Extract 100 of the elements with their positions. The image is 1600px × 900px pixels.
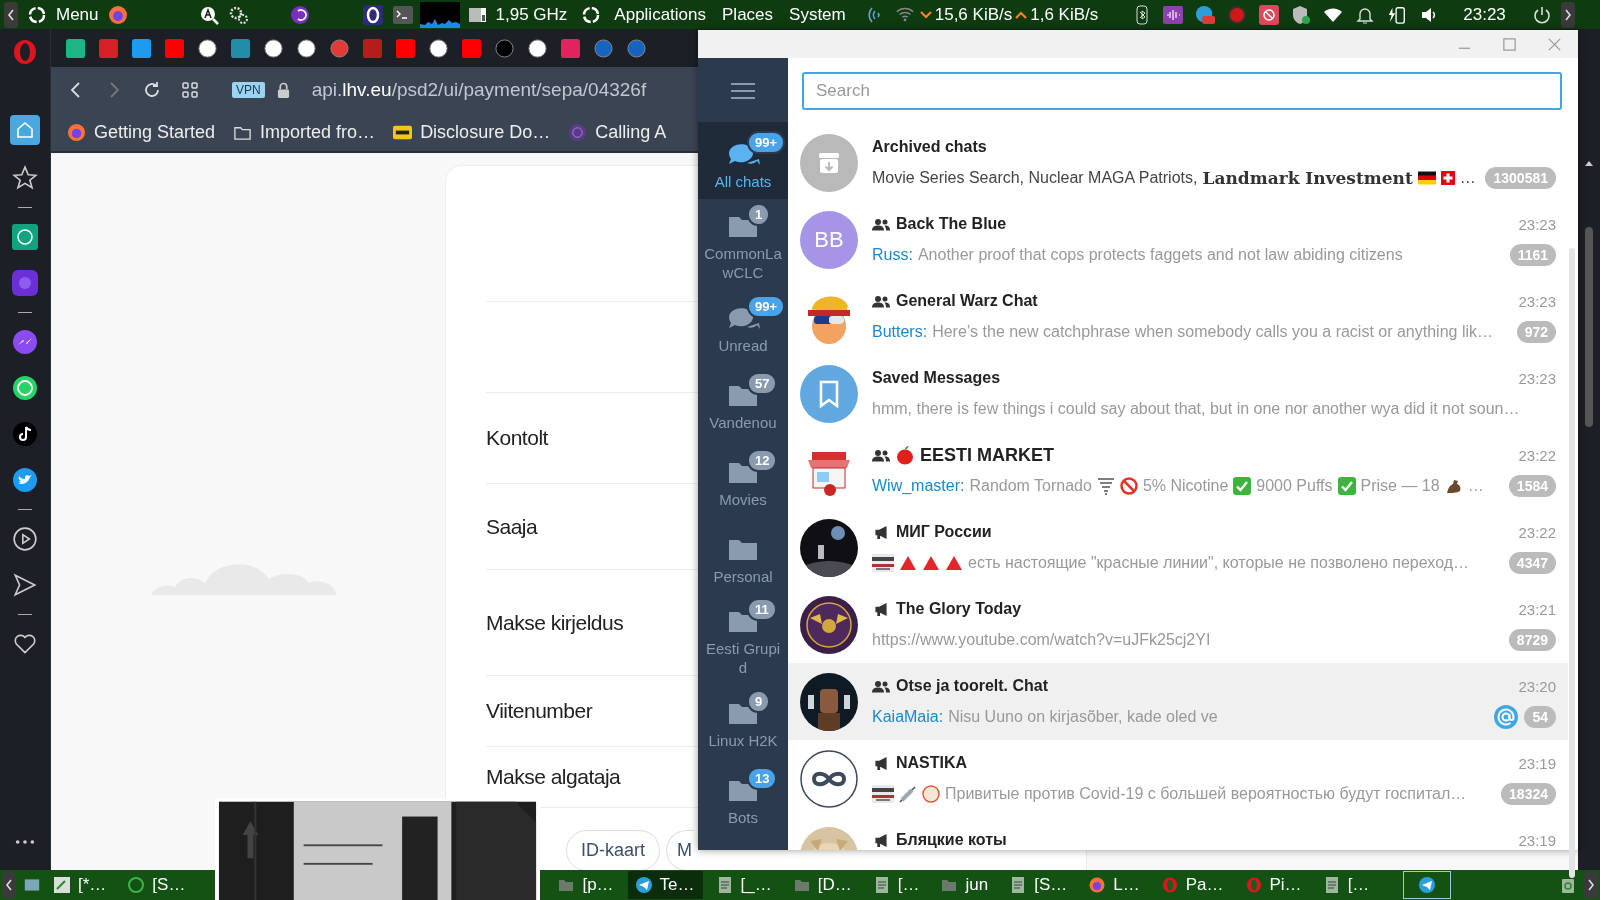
unread-count: 1300581 — [1485, 167, 1556, 189]
field-label: Viitenumber — [486, 699, 593, 723]
taskbar-button[interactable]: [D… — [785, 871, 860, 899]
taskbar-button[interactable]: [p… — [550, 871, 622, 899]
unread-count: 1161 — [1509, 244, 1556, 266]
field-label: Makse kirjeldus — [486, 610, 624, 635]
message-time: 23:21 — [1518, 600, 1556, 618]
address-field[interactable]: api.lhv.eu/psd2/ui/payment/sepa/04326f — [311, 79, 647, 101]
taskbar-button[interactable]: Pa… — [1153, 871, 1232, 899]
download-speed: 15,6 KiB/s — [934, 4, 1013, 25]
bookmark-link[interactable]: Disclosure Do… — [420, 121, 551, 143]
taskbar-button[interactable]: Te… — [627, 871, 703, 899]
unread-count: 4347 — [1508, 552, 1556, 574]
chat-name: The Glory Today — [896, 600, 1022, 618]
unread-count: 9 — [747, 689, 771, 713]
vpn-badge[interactable]: VPN — [232, 82, 265, 98]
taskbar-button[interactable]: [*… — [46, 871, 115, 899]
message-time: 23:22 — [1518, 523, 1556, 541]
sender-name: Butters: — [872, 323, 928, 341]
chat-item[interactable]: МИГ России 23:22 есть настоящие "красные линии", которые не позволено переход… 4347 — [788, 509, 1568, 586]
field-label: Saaja — [486, 514, 538, 539]
chat-item[interactable]: BB Back The Blue 23:23 Russ: Another proof that cops protects faggets and not law abiding citizens 1161 — [788, 201, 1568, 278]
bookmark-link[interactable]: Calling A — [595, 121, 667, 143]
unread-count: 1584 — [1508, 475, 1556, 497]
unread-count: 13 — [747, 766, 778, 790]
message-time: 23:20 — [1518, 677, 1556, 695]
chat-name: General Warz Chat — [896, 292, 1038, 310]
unread-count: 11 — [747, 598, 777, 621]
taskbar-button[interactable]: L… — [1081, 871, 1148, 899]
chat-item[interactable]: Saved Messages 23:23 hmm, there is few things i could say about that, but in one nor another wya did it not soun… — [788, 355, 1568, 432]
message-text: hmm, there is few things i could say about that, but in one nor another wya did it not soun… — [872, 400, 1520, 418]
menu-item[interactable]: Places — [722, 4, 774, 25]
message-text: есть настоящие "красные линии", которые не позволено переход… — [968, 554, 1469, 572]
upload-speed: 1,6 KiB/s — [1030, 4, 1099, 25]
folder-tab[interactable]: 1 CommonLawCLC — [698, 199, 788, 286]
unread-count: 18324 — [1501, 783, 1556, 805]
taskbar-button[interactable]: [_… — [708, 871, 780, 899]
message-text: https://www.youtube.com/watch?v=uJFk25cj2YI — [872, 631, 1211, 649]
folder-tab[interactable]: 13 Bots — [698, 758, 788, 835]
menu-item[interactable]: System — [789, 4, 846, 25]
menu-button[interactable]: Menu — [56, 4, 99, 25]
sender-name: Wiw_master: — [872, 477, 965, 495]
search-field[interactable]: Search — [802, 72, 1562, 110]
message-text: Another proof that cops protects faggets and not law abiding citizens — [917, 246, 1403, 264]
message-text: 5% Nicotine — [1142, 477, 1229, 495]
folder-tab[interactable]: 12 Movies — [698, 440, 788, 517]
unread-count: 54 — [1524, 706, 1556, 728]
taskbar-button[interactable]: [… — [1315, 871, 1378, 899]
unread-count: 12 — [747, 448, 778, 472]
message-text: Movie Series Search, Nuclear MAGA Patriots, — [872, 169, 1198, 187]
taskbar-button[interactable]: jun — [933, 871, 997, 899]
message-time: 23:23 — [1518, 292, 1556, 310]
auth-method-button[interactable]: M — [666, 830, 694, 870]
clock[interactable]: 23:23 — [1463, 4, 1506, 25]
folder-tab[interactable]: 11 Eesti Grupid — [698, 594, 788, 681]
bookmark-link[interactable]: Imported fro… — [260, 121, 376, 143]
chat-item[interactable]: EESTI MARKET 23:22 Wiw_master: Random Tornado 5% Nicotine 9000 Puffs Prise — 18 … 1584 — [788, 432, 1568, 509]
chat-name: Back The Blue — [896, 215, 1007, 233]
avatar: BB — [800, 210, 858, 269]
folder-tab[interactable]: Personal — [698, 517, 788, 594]
chat-item[interactable]: General Warz Chat 23:23 Butters: Here’s the new catchphrase when somebody calls you a racist or anything lik… 972 — [788, 278, 1568, 355]
chat-name: Saved Messages — [872, 369, 1001, 387]
bookmark-link[interactable]: Getting Started — [94, 121, 216, 143]
menu-item[interactable]: Applications — [614, 4, 706, 25]
chat-name: МИГ России — [896, 523, 992, 541]
taskbar-button[interactable]: [S… — [120, 871, 194, 899]
message-text: Привитые против Covid-19 с большей вероятностью будут госпитал… — [945, 785, 1467, 803]
folder-tab[interactable]: 57 Vandenou — [698, 363, 788, 440]
message-time: 23:23 — [1518, 215, 1556, 233]
cpu-frequency: 1,95 GHz — [495, 4, 568, 25]
unread-count: 972 — [1516, 321, 1556, 343]
unread-count: 99+ — [747, 130, 786, 154]
message-text: Landmark Investment — [1202, 168, 1413, 188]
unread-count: 57 — [747, 371, 778, 395]
sender-name: Russ: — [872, 246, 913, 264]
chat-item[interactable]: Archived chats Movie Series Search, Nuclear MAGA Patriots, Landmark Investment … 1300581 — [788, 124, 1568, 201]
chat-name: Бляцкие коты — [896, 831, 1007, 849]
folder-tab[interactable]: 99+ All chats — [698, 122, 788, 199]
taskbar-button[interactable]: Pi… — [1237, 871, 1310, 899]
unread-count: 1 — [747, 203, 771, 226]
field-label: Makse algataja — [486, 765, 621, 789]
message-text: Random Tornado — [969, 477, 1092, 495]
chat-item[interactable]: The Glory Today 23:21 https://www.youtube.com/watch?v=uJFk25cj2YI 8729 — [788, 586, 1568, 663]
message-time: 23:19 — [1518, 831, 1556, 849]
chat-item[interactable]: NASTIKA 23:19 Привитые против Covid-19 с большей вероятностью будут госпитал… 18324 — [788, 740, 1568, 817]
chat-item[interactable]: Otse ja toorelt. Chat 23:20 KaiaMaia: Nisu Uuno on kirjasõber, kade oled ve 54 — [788, 663, 1568, 740]
unread-count: 8729 — [1508, 629, 1556, 651]
message-text: 9000 Puffs — [1256, 477, 1333, 495]
folder-tab[interactable]: 9 Linux H2K — [698, 681, 788, 758]
auth-method-button[interactable]: ID-kaart — [566, 830, 660, 870]
message-time: 23:23 — [1518, 369, 1556, 387]
message-text: Nisu Uuno on kirjasõber, kade oled ve — [948, 708, 1218, 726]
folder-tab[interactable]: 99+ Unread — [698, 286, 788, 363]
chat-name: Archived chats — [872, 138, 987, 156]
chat-name: NASTIKA — [896, 754, 968, 772]
chat-name: EESTI MARKET — [920, 444, 1054, 466]
chat-name: Otse ja toorelt. Chat — [896, 677, 1049, 695]
taskbar-button[interactable]: [… — [865, 871, 928, 899]
taskbar-button[interactable]: [S… — [1002, 871, 1076, 899]
message-text: Prise — 18 — [1360, 477, 1440, 495]
